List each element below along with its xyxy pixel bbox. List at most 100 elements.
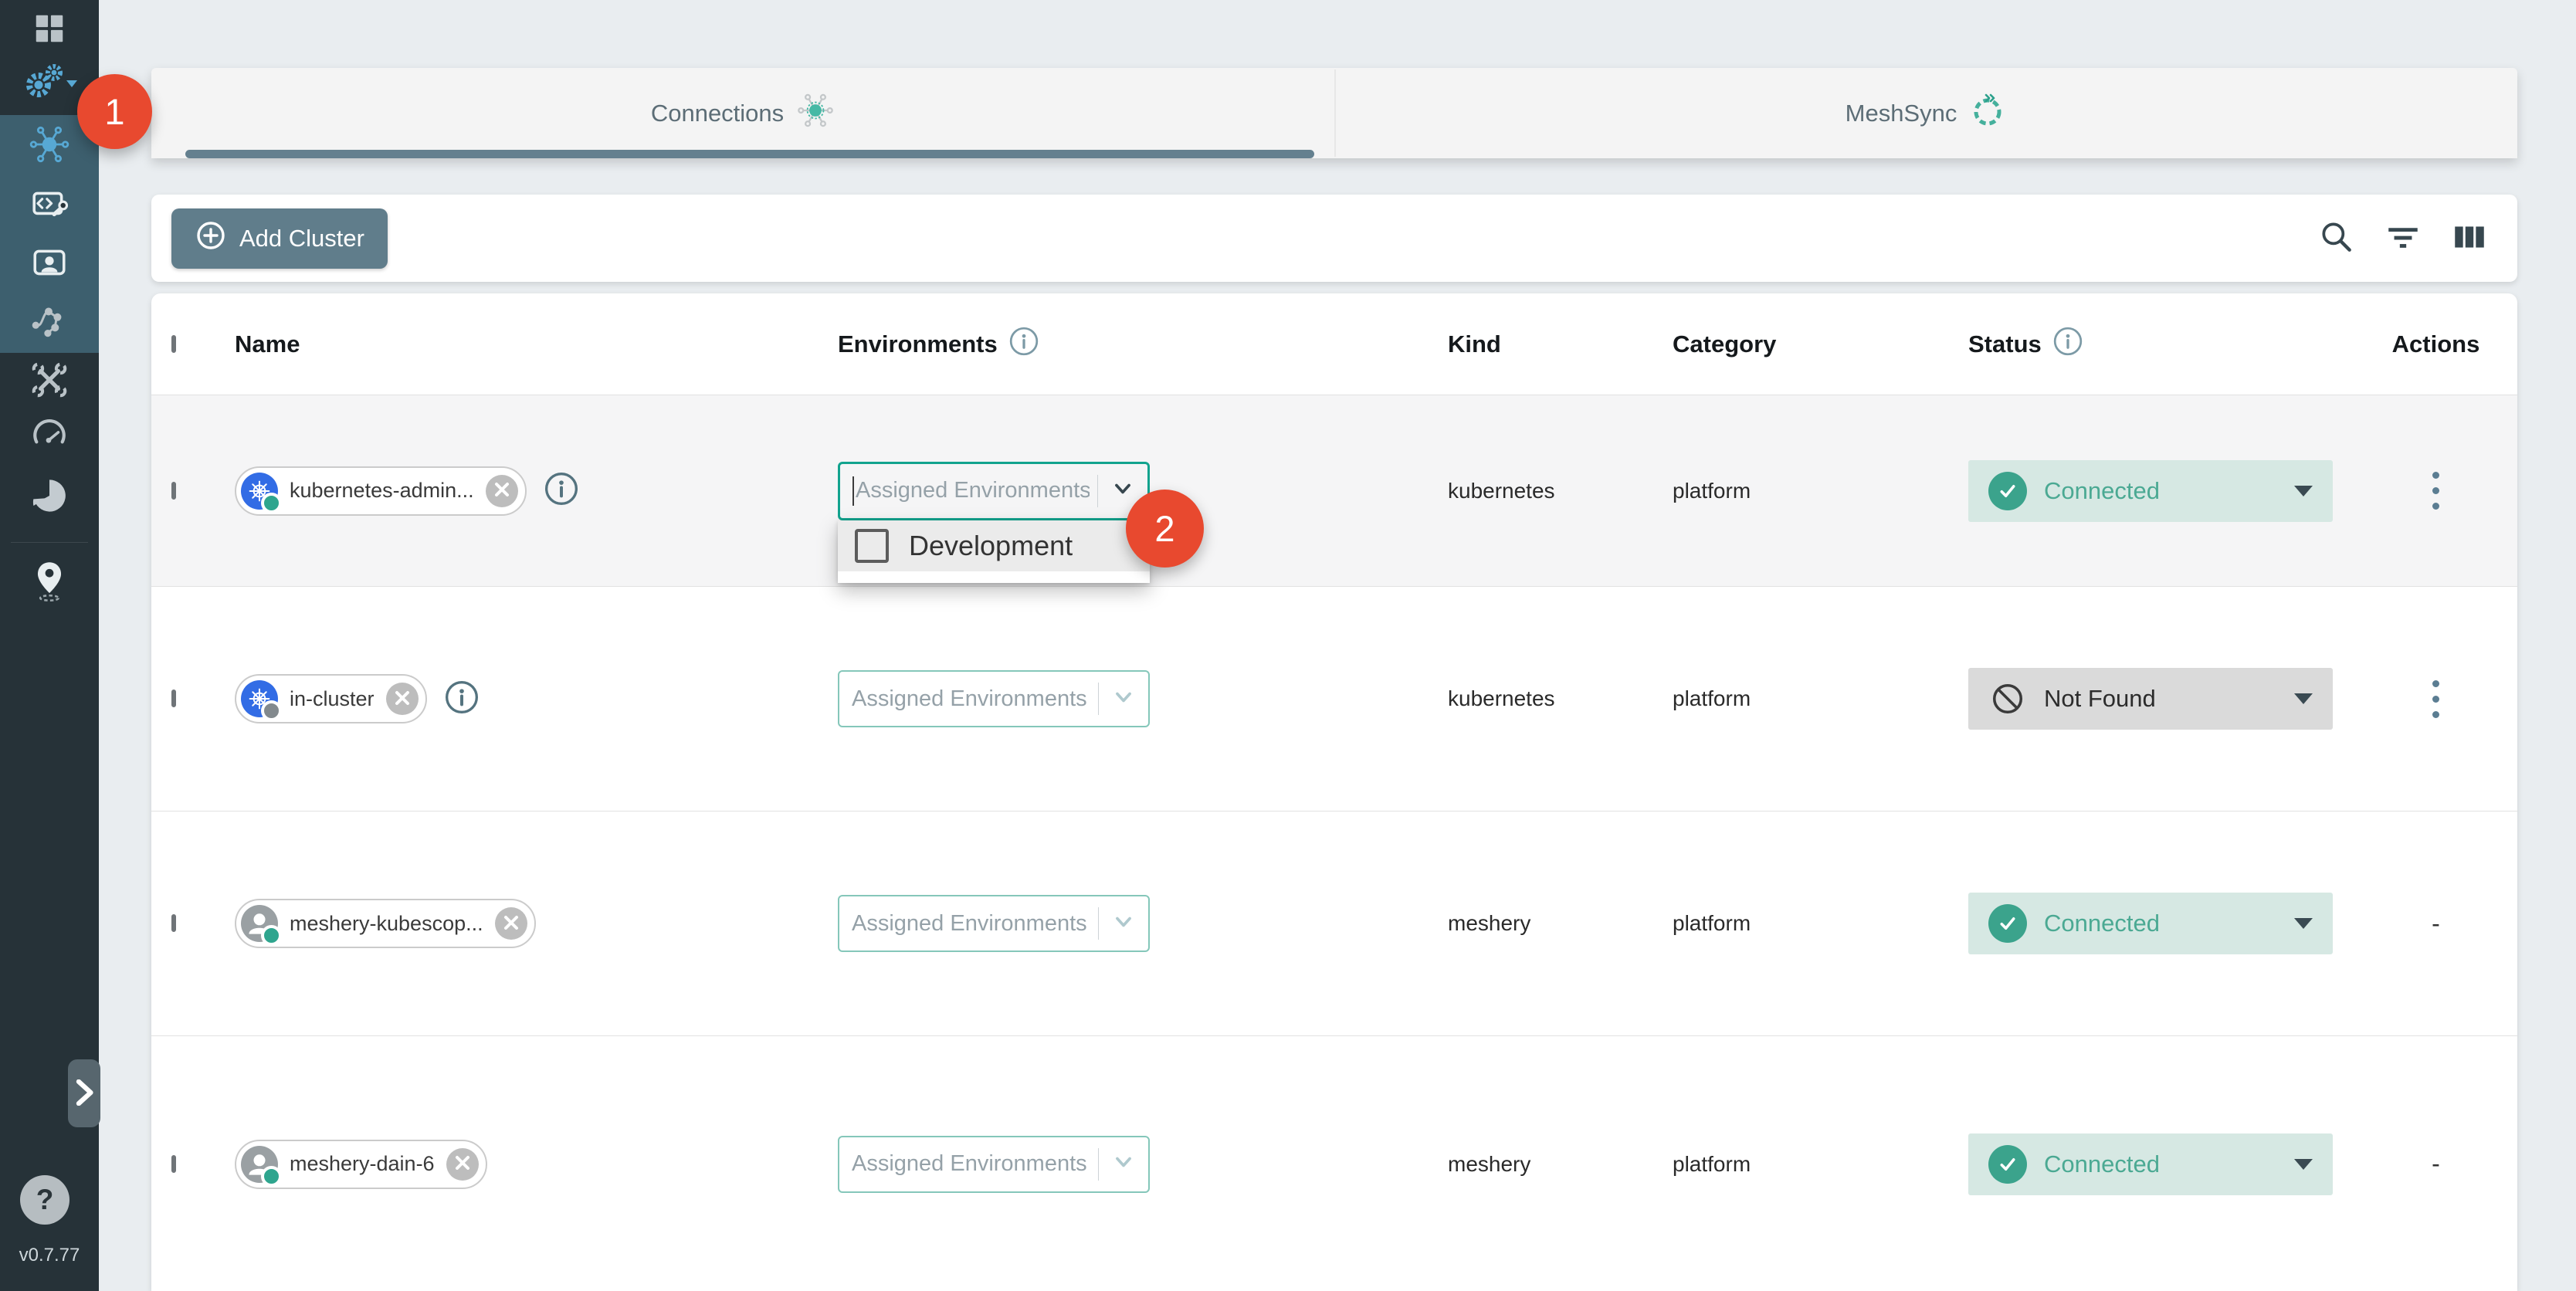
- annotation-badge-2: 2: [1126, 490, 1204, 568]
- info-icon[interactable]: [544, 471, 579, 510]
- help-icon: ?: [36, 1184, 54, 1216]
- status-select[interactable]: Connected: [1968, 1133, 2333, 1195]
- sidebar-item-workspaces[interactable]: [0, 244, 99, 283]
- row-checkbox[interactable]: [171, 482, 176, 500]
- column-header-name[interactable]: Name: [235, 330, 838, 358]
- sidebar-item-configuration[interactable]: [0, 361, 99, 399]
- row-actions-menu-button[interactable]: [2425, 673, 2447, 726]
- sidebar-expand-button[interactable]: [68, 1059, 100, 1127]
- sidebar-item-dashboard[interactable]: [0, 11, 99, 46]
- active-tab-indicator: [185, 150, 1314, 158]
- status-dot: [261, 700, 282, 721]
- sync-ring-icon: [1969, 92, 2006, 135]
- sidebar-item-pipeline[interactable]: [0, 302, 99, 341]
- expand-chevron-icon: [74, 1079, 94, 1108]
- info-icon[interactable]: [2052, 326, 2083, 363]
- row-checkbox[interactable]: [171, 1155, 176, 1173]
- table-row: meshery-dain-6 Assigned Environments: [151, 1036, 2517, 1291]
- kubernetes-icon: [241, 680, 278, 717]
- lifecycle-gears-icon: [20, 60, 79, 103]
- environments-select[interactable]: Assigned Environments: [838, 895, 1150, 952]
- environments-select[interactable]: Assigned Environments: [838, 1136, 1150, 1193]
- sidebar-divider: [11, 542, 88, 543]
- column-header-category[interactable]: Category: [1673, 330, 1968, 358]
- environments-select[interactable]: Assigned Environments: [838, 462, 1150, 520]
- tab-bar: Connections MeshSync: [151, 68, 2517, 158]
- no-actions-dash: -: [2432, 910, 2440, 938]
- connection-name: in-cluster: [290, 687, 375, 711]
- column-header-status[interactable]: Status: [1968, 326, 2354, 363]
- info-icon[interactable]: [444, 679, 480, 719]
- sidebar-item-performance[interactable]: [0, 415, 99, 454]
- connections-mesh-icon: [29, 124, 69, 164]
- environment-option-development[interactable]: Development: [838, 520, 1150, 571]
- connection-chip[interactable]: meshery-kubescop...: [235, 899, 536, 948]
- kind-cell: meshery: [1448, 911, 1673, 936]
- adapters-code-icon: [30, 185, 69, 224]
- performance-gauge-icon: [30, 415, 69, 454]
- filter-button[interactable]: [2381, 217, 2425, 260]
- delete-connection-button[interactable]: [386, 683, 419, 715]
- search-icon: [2317, 218, 2356, 259]
- tab-meshsync[interactable]: MeshSync: [1334, 68, 2517, 158]
- column-header-environments[interactable]: Environments: [838, 326, 1448, 363]
- text-cursor: [852, 476, 854, 506]
- status-dot: [261, 493, 282, 513]
- table-row: in-cluster: [151, 587, 2517, 812]
- chevron-down-icon[interactable]: [1109, 475, 1137, 507]
- user-avatar-icon: [241, 1146, 278, 1183]
- not-found-slash-icon: [1988, 679, 2027, 718]
- sidebar-item-location[interactable]: [0, 559, 99, 604]
- close-icon: [493, 481, 510, 500]
- add-cluster-button[interactable]: Add Cluster: [171, 208, 388, 269]
- row-checkbox[interactable]: [171, 914, 176, 932]
- chevron-down-icon[interactable]: [1110, 683, 1137, 715]
- kind-cell: meshery: [1448, 1152, 1673, 1177]
- connection-chip[interactable]: in-cluster: [235, 674, 427, 723]
- add-plus-icon: [195, 219, 227, 258]
- view-columns-icon: [2450, 218, 2489, 259]
- row-actions-menu-button[interactable]: [2425, 464, 2447, 517]
- tab-connections[interactable]: Connections: [151, 68, 1334, 158]
- dropdown-caret-icon: [2294, 693, 2313, 704]
- chevron-down-icon[interactable]: [1110, 908, 1137, 940]
- extensions-pie-icon: [29, 476, 69, 516]
- add-cluster-label: Add Cluster: [239, 225, 364, 252]
- help-button[interactable]: ?: [20, 1175, 69, 1225]
- status-select[interactable]: Connected: [1968, 893, 2333, 954]
- status-dot: [261, 1166, 282, 1187]
- delete-connection-button[interactable]: [495, 907, 527, 940]
- no-actions-dash: -: [2432, 1150, 2440, 1178]
- category-cell: platform: [1673, 911, 1968, 936]
- status-select[interactable]: Not Found: [1968, 668, 2333, 730]
- info-icon[interactable]: [1008, 326, 1039, 363]
- delete-connection-button[interactable]: [486, 475, 518, 507]
- meshery-connections-page: ? v0.7.77 Connections: [0, 0, 2576, 1291]
- delete-connection-button[interactable]: [446, 1148, 479, 1181]
- select-all-checkbox[interactable]: [171, 335, 176, 353]
- environments-select[interactable]: Assigned Environments: [838, 670, 1150, 727]
- column-header-actions[interactable]: Actions: [2354, 330, 2517, 358]
- option-checkbox[interactable]: [855, 529, 889, 563]
- close-icon: [503, 914, 520, 934]
- connection-chip[interactable]: kubernetes-admin...: [235, 466, 527, 516]
- close-icon: [454, 1154, 471, 1174]
- sidebar-item-adapters[interactable]: [0, 185, 99, 224]
- sidebar-item-extensions[interactable]: [0, 476, 99, 516]
- filter-icon: [2384, 218, 2422, 259]
- search-button[interactable]: [2315, 217, 2358, 260]
- kubernetes-icon: [241, 473, 278, 510]
- kind-cell: kubernetes: [1448, 479, 1673, 503]
- chevron-down-icon[interactable]: [1110, 1148, 1137, 1180]
- environments-placeholder: Assigned Environments: [856, 478, 1090, 503]
- column-header-kind[interactable]: Kind: [1448, 330, 1673, 358]
- row-checkbox[interactable]: [171, 690, 176, 707]
- status-select[interactable]: Connected: [1968, 460, 2333, 522]
- connected-check-icon: [1988, 472, 2027, 510]
- connection-chip[interactable]: meshery-dain-6: [235, 1140, 487, 1189]
- workspaces-user-screen-icon: [30, 244, 69, 283]
- view-columns-button[interactable]: [2448, 217, 2491, 260]
- connected-check-icon: [1988, 1145, 2027, 1184]
- tab-meshsync-label: MeshSync: [1846, 100, 1957, 127]
- kind-cell: kubernetes: [1448, 686, 1673, 711]
